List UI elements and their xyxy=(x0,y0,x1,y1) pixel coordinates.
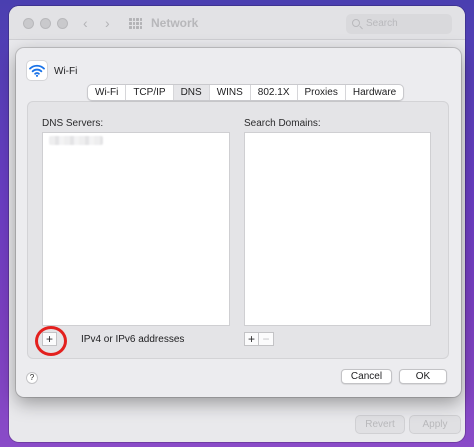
close-window-icon[interactable] xyxy=(23,18,34,29)
tab-wins[interactable]: WINS xyxy=(210,85,251,100)
ok-button[interactable]: OK xyxy=(399,369,447,384)
dns-servers-list[interactable] xyxy=(42,132,230,326)
highlight-circle xyxy=(35,326,67,356)
tab-tcpip[interactable]: TCP/IP xyxy=(126,85,174,100)
tab-dns[interactable]: DNS xyxy=(173,85,210,100)
cancel-button[interactable]: Cancel xyxy=(341,369,392,384)
back-arrow-icon[interactable]: ‹ xyxy=(83,15,88,31)
zoom-window-icon[interactable] xyxy=(57,18,68,29)
revert-button[interactable]: Revert xyxy=(355,415,405,434)
search-field[interactable]: Search xyxy=(346,14,452,34)
tab-hardware[interactable]: Hardware xyxy=(346,85,403,100)
address-hint: IPv4 or IPv6 addresses xyxy=(81,334,185,345)
wifi-icon xyxy=(29,64,45,77)
search-icon xyxy=(352,19,360,27)
minimize-window-icon[interactable] xyxy=(40,18,51,29)
help-button[interactable]: ? xyxy=(26,372,38,384)
apply-button[interactable]: Apply xyxy=(409,415,461,434)
show-all-grid-icon[interactable] xyxy=(129,18,143,29)
search-domain-add-remove-control: + − xyxy=(244,332,274,346)
forward-arrow-icon[interactable]: › xyxy=(105,15,110,31)
remove-search-domain-button[interactable]: − xyxy=(259,332,274,346)
add-search-domain-button[interactable]: + xyxy=(244,332,259,346)
dns-servers-label: DNS Servers: xyxy=(42,118,104,129)
search-placeholder: Search xyxy=(366,18,398,29)
window-title: Network xyxy=(151,16,199,30)
tab-8021x[interactable]: 802.1X xyxy=(251,85,298,100)
background-titlebar: ‹ › Network Search xyxy=(9,6,465,40)
search-domains-label: Search Domains: xyxy=(244,118,321,129)
tab-bar: Wi-Fi TCP/IP DNS WINS 802.1X Proxies Har… xyxy=(87,84,405,101)
service-name: Wi-Fi xyxy=(54,66,78,77)
tab-wifi[interactable]: Wi-Fi xyxy=(88,85,127,100)
tab-proxies[interactable]: Proxies xyxy=(298,85,346,100)
advanced-settings-sheet: Wi-Fi Wi-Fi TCP/IP DNS WINS 802.1X Proxi… xyxy=(16,48,461,397)
dns-server-entry-redacted[interactable] xyxy=(49,136,103,145)
search-domains-list[interactable] xyxy=(244,132,431,326)
service-icon-box xyxy=(27,61,47,80)
